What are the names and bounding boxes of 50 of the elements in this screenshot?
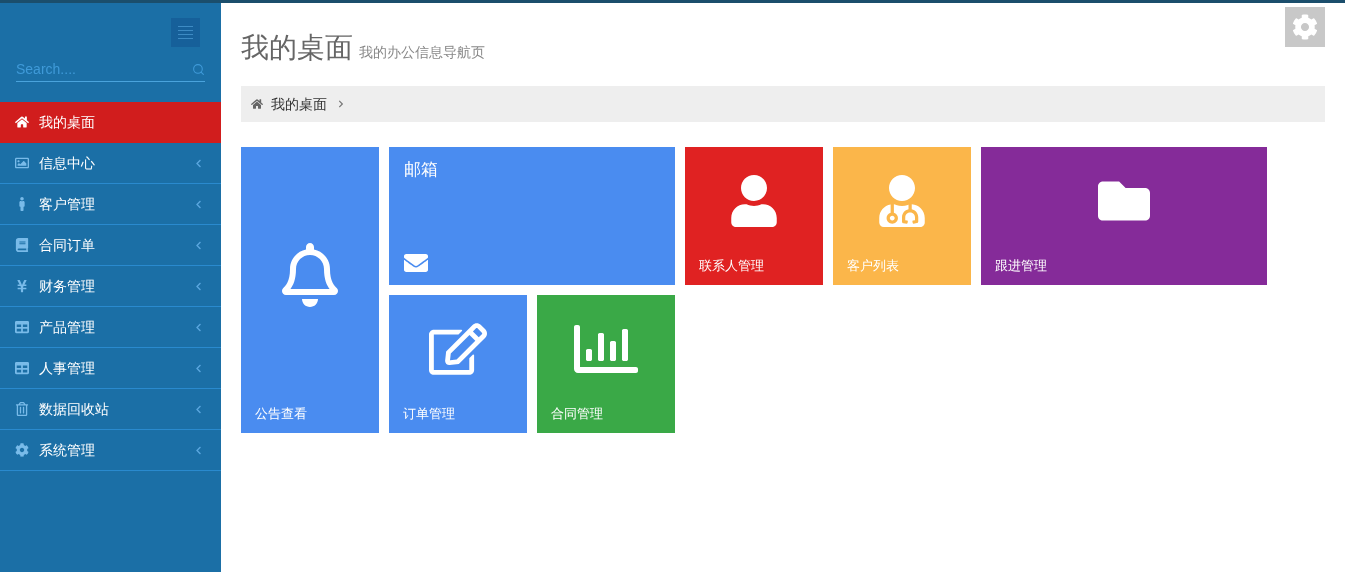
nav-label: 系统管理 xyxy=(39,440,96,460)
nav-label: 信息中心 xyxy=(39,153,96,173)
nav-item[interactable]: 人事管理 xyxy=(0,348,221,389)
nav-item[interactable]: 产品管理 xyxy=(0,307,221,348)
nav-label: 我的桌面 xyxy=(39,112,96,132)
yen-icon xyxy=(14,279,29,293)
nav-label: 客户管理 xyxy=(39,194,96,214)
home-icon xyxy=(14,115,29,129)
tile[interactable]: 公告查看 xyxy=(241,147,379,433)
trash-icon xyxy=(14,402,29,416)
tile-label: 邮箱 xyxy=(404,159,439,181)
tile[interactable]: 跟进管理 xyxy=(981,147,1267,285)
tile-label: 客户列表 xyxy=(847,256,900,275)
nav-label: 数据回收站 xyxy=(39,399,110,419)
settings-button[interactable] xyxy=(1285,7,1325,47)
page-title: 我的桌面 xyxy=(241,31,353,65)
tile[interactable]: 订单管理 xyxy=(389,295,527,433)
image-icon xyxy=(14,156,29,170)
user-icon xyxy=(728,175,780,228)
tile[interactable]: 合同管理 xyxy=(537,295,675,433)
tile-label: 联系人管理 xyxy=(699,256,765,275)
nav-item[interactable]: 信息中心 xyxy=(0,143,221,184)
nav-item[interactable]: 我的桌面 xyxy=(0,102,221,143)
nav-label: 财务管理 xyxy=(39,276,96,296)
tile-label: 合同管理 xyxy=(551,404,604,423)
nav-item[interactable]: 系统管理 xyxy=(0,430,221,471)
search-icon xyxy=(192,63,205,76)
settings-icon xyxy=(14,443,29,457)
envelope-icon xyxy=(404,251,428,275)
chevron-icon xyxy=(337,100,345,108)
mail-tile[interactable]: 邮箱 xyxy=(389,147,675,285)
tile-label: 跟进管理 xyxy=(995,256,1048,275)
book-icon xyxy=(14,238,29,252)
nav-item[interactable]: 合同订单 xyxy=(0,225,221,266)
nav-item[interactable]: 财务管理 xyxy=(0,266,221,307)
nav-item[interactable]: 数据回收站 xyxy=(0,389,221,430)
tile[interactable]: 联系人管理 xyxy=(685,147,823,285)
tile-label: 订单管理 xyxy=(403,404,456,423)
nav-item[interactable]: 客户管理 xyxy=(0,184,221,225)
tile-label: 公告查看 xyxy=(255,404,308,423)
table-icon xyxy=(14,361,29,375)
nav-label: 人事管理 xyxy=(39,358,96,378)
table-icon xyxy=(14,320,29,334)
nav-label: 产品管理 xyxy=(39,317,96,337)
nav-label: 合同订单 xyxy=(39,235,96,255)
breadcrumb-link[interactable]: 我的桌面 xyxy=(271,93,327,115)
home-icon xyxy=(251,98,263,110)
page-subtitle: 我的办公信息导航页 xyxy=(359,43,485,62)
menu-button[interactable] xyxy=(171,18,200,47)
doctor-icon xyxy=(876,175,928,228)
